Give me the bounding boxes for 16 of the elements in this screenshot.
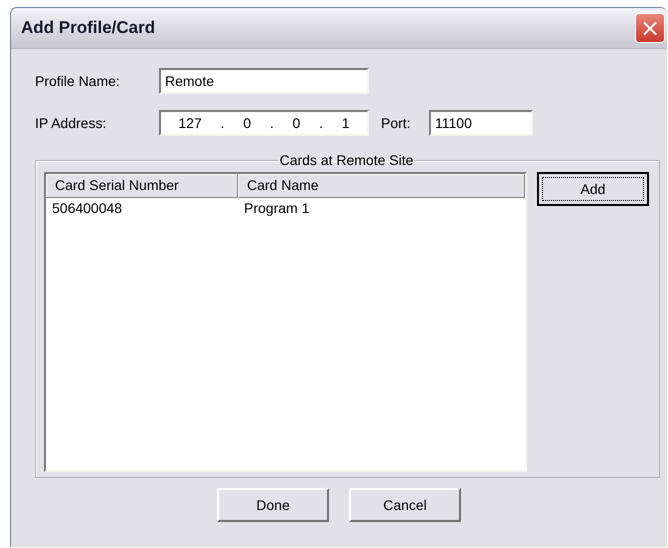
done-button[interactable]: Done [217,488,329,522]
ip-address-label: IP Address: [35,115,108,131]
add-button[interactable]: Add [537,172,649,206]
ip-address-field[interactable]: 127 . 0 . 0 . 1 [159,110,369,136]
profile-name-field[interactable]: Remote [159,68,369,94]
port-label: Port: [381,115,412,131]
table-cell-text: Program 1 [243,200,310,216]
group-title: Cards at Remote Site [278,152,414,168]
column-header[interactable]: Card Serial Number [46,174,238,198]
table-cell-text: 506400048 [51,200,124,216]
close-button[interactable]: × [635,13,665,43]
window-title: Add Profile/Card [21,18,156,38]
cancel-button[interactable]: Cancel [349,488,461,522]
port-field[interactable]: 11100 [429,110,533,136]
profile-name-label: Profile Name: [35,73,121,89]
column-header[interactable]: Card Name [238,174,525,198]
